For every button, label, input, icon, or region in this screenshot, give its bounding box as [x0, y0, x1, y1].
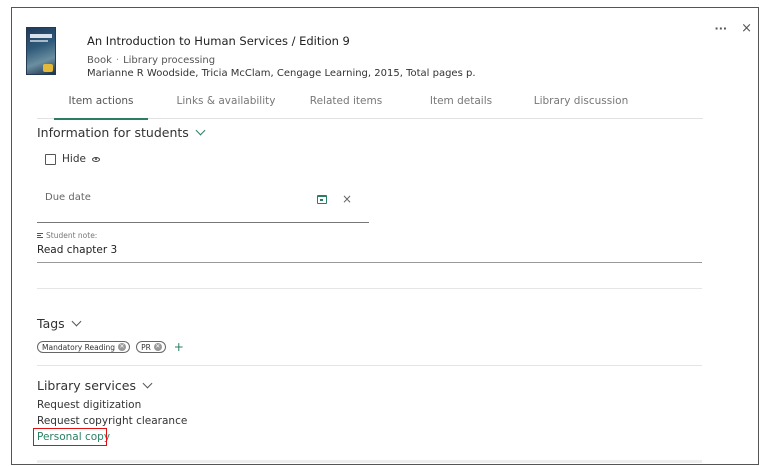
eye-icon: [91, 156, 100, 162]
tag-chip[interactable]: PR ✕: [136, 341, 166, 353]
tags-list: Mandatory Reading ✕ PR ✕ +: [37, 340, 184, 354]
window-actions: ··· ×: [715, 22, 752, 35]
student-note-label-row: Student note:: [37, 231, 97, 240]
more-icon[interactable]: ···: [715, 23, 728, 34]
close-icon[interactable]: ×: [741, 22, 752, 35]
item-authors: Marianne R Woodside, Tricia McClam, Ceng…: [87, 68, 476, 79]
tag-chip[interactable]: Mandatory Reading ✕: [37, 341, 131, 353]
note-icon: [37, 233, 43, 238]
calendar-icon[interactable]: [317, 195, 327, 204]
tag-label: PR: [141, 342, 151, 352]
item-status: Library processing: [123, 55, 216, 66]
item-panel: ··· × An Introduction to Human Services …: [11, 7, 759, 465]
chip-remove-icon[interactable]: ✕: [153, 343, 162, 351]
highlight-box: [33, 428, 107, 446]
hide-label: Hide: [62, 153, 86, 165]
student-note-field[interactable]: Student note: Read chapter 3: [37, 231, 702, 263]
library-services-header[interactable]: Library services: [37, 378, 153, 393]
chip-remove-icon[interactable]: ✕: [118, 343, 127, 351]
due-date-label: Due date: [45, 192, 91, 203]
tab-bar: Item actions Links & availability Relate…: [37, 91, 703, 120]
cover-logo: [43, 64, 53, 72]
tab-item-details[interactable]: Item details: [421, 91, 501, 119]
tab-links-availability[interactable]: Links & availability: [171, 91, 281, 119]
item-type-line: Book · Library processing: [87, 55, 215, 66]
request-digitization-link[interactable]: Request digitization: [37, 399, 141, 411]
tab-library-discussion[interactable]: Library discussion: [531, 91, 631, 119]
cover-subtitle-band: [30, 40, 48, 42]
cover-title-band: [30, 34, 52, 38]
clear-icon[interactable]: ×: [342, 192, 352, 206]
section-divider: [37, 288, 702, 289]
request-copyright-clearance-link[interactable]: Request copyright clearance: [37, 415, 187, 427]
tab-related-items[interactable]: Related items: [303, 91, 389, 119]
item-title: An Introduction to Human Services / Edit…: [87, 34, 350, 48]
item-type: Book: [87, 55, 112, 66]
section-divider: [37, 365, 702, 366]
tags-header[interactable]: Tags: [37, 316, 82, 331]
chevron-down-icon: [142, 378, 153, 389]
separator-dot: ·: [115, 55, 120, 66]
book-cover-thumbnail: [26, 27, 56, 75]
add-icon[interactable]: +: [174, 340, 184, 354]
info-students-title: Information for students: [37, 125, 189, 140]
tab-item-actions[interactable]: Item actions: [54, 91, 148, 120]
chevron-down-icon: [195, 125, 206, 136]
chevron-down-icon: [71, 316, 82, 327]
tag-label: Mandatory Reading: [42, 342, 116, 352]
due-date-field[interactable]: Due date ×: [37, 178, 369, 223]
tags-title: Tags: [37, 316, 65, 331]
student-note-value: Read chapter 3: [37, 244, 118, 256]
student-note-label: Student note:: [46, 231, 98, 240]
info-students-header[interactable]: Information for students: [37, 125, 206, 140]
hide-option: Hide: [45, 153, 100, 165]
bottom-divider: [37, 460, 702, 463]
hide-checkbox[interactable]: [45, 153, 56, 165]
library-services-title: Library services: [37, 378, 136, 393]
